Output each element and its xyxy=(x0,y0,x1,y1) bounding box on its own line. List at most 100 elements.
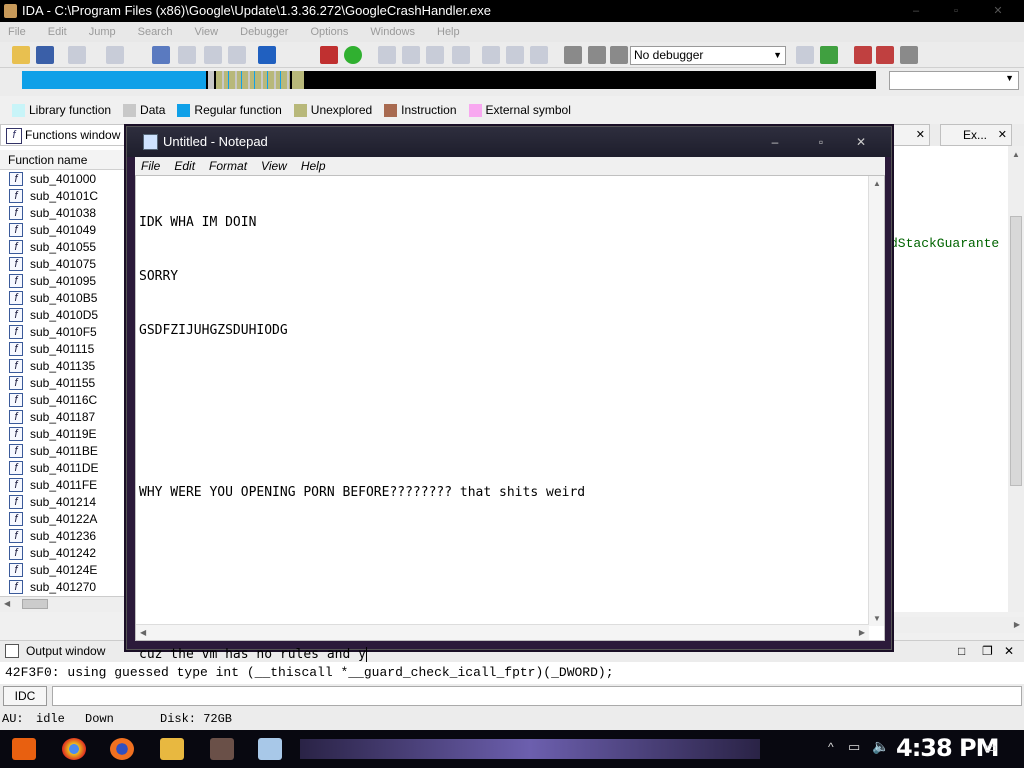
struct-icon[interactable] xyxy=(482,46,500,64)
functions-horizontal-scrollbar[interactable]: ◀ xyxy=(0,596,128,612)
chrome-icon[interactable] xyxy=(62,738,86,760)
function-row[interactable]: f sub_4010B5 xyxy=(0,289,128,306)
notepad-vertical-scrollbar[interactable]: ▲ ▼ xyxy=(868,176,884,626)
add-icon[interactable] xyxy=(876,46,894,64)
menu-debugger[interactable]: Debugger xyxy=(240,26,288,38)
menu-format[interactable]: Format xyxy=(209,159,247,173)
back-arrow-icon[interactable] xyxy=(68,46,86,64)
function-row[interactable]: f sub_4010F5 xyxy=(0,323,128,340)
menu-file[interactable]: File xyxy=(141,159,160,173)
menu-help[interactable]: Help xyxy=(437,26,460,38)
function-row[interactable]: f sub_40119E xyxy=(0,425,128,442)
menu-view[interactable]: View xyxy=(261,159,287,173)
segment-select[interactable] xyxy=(889,71,1019,90)
function-row[interactable]: f sub_401095 xyxy=(0,272,128,289)
function-name-column-header[interactable]: Function name xyxy=(0,150,128,170)
navigation-strip[interactable] xyxy=(22,71,876,89)
menu-edit[interactable]: Edit xyxy=(48,26,67,38)
function-row[interactable]: f sub_401038 xyxy=(0,204,128,221)
menu-help[interactable]: Help xyxy=(301,159,326,173)
binary-search-icon[interactable] xyxy=(152,46,170,64)
string-icon[interactable] xyxy=(426,46,444,64)
idc-button[interactable]: IDC xyxy=(3,686,47,706)
attach-icon[interactable] xyxy=(820,46,838,64)
warning-icon[interactable] xyxy=(320,46,338,64)
function-row[interactable]: f sub_401155 xyxy=(0,374,128,391)
function-row[interactable]: f sub_40122A xyxy=(0,510,128,527)
notifications-icon[interactable]: ▭ xyxy=(984,739,997,756)
network-icon[interactable]: ▭ xyxy=(848,739,860,755)
functions-window-tab[interactable]: Functions window xyxy=(0,124,128,146)
close-icon[interactable]: ✕ xyxy=(847,135,875,149)
open-folder-icon[interactable] xyxy=(12,46,30,64)
graph-icon[interactable] xyxy=(854,46,872,64)
tab-ida-view[interactable]: ✕ xyxy=(890,124,930,146)
menu-view[interactable]: View xyxy=(194,26,218,38)
data-icon[interactable] xyxy=(402,46,420,64)
menu-options[interactable]: Options xyxy=(310,26,348,38)
function-row[interactable]: f sub_4011DE xyxy=(0,459,128,476)
function-row[interactable]: f sub_40124E xyxy=(0,561,128,578)
stop-icon[interactable] xyxy=(610,46,628,64)
code-icon[interactable] xyxy=(378,46,396,64)
array-icon[interactable] xyxy=(452,46,470,64)
notepad-text-area[interactable]: IDK WHA IM DOIN SORRY GSDFZIJUHGZSDUHIOD… xyxy=(135,175,885,662)
debugger-option-icon[interactable] xyxy=(796,46,814,64)
search-next-icon[interactable] xyxy=(204,46,222,64)
function-row[interactable]: f sub_401075 xyxy=(0,255,128,272)
minimize-icon[interactable]: – xyxy=(761,135,789,149)
tools-icon[interactable] xyxy=(900,46,918,64)
function-row[interactable]: f sub_4011FE xyxy=(0,476,128,493)
pause-icon[interactable] xyxy=(588,46,606,64)
color-legend: Library function Data Regular function U… xyxy=(0,99,1024,121)
function-row[interactable]: f sub_401115 xyxy=(0,340,128,357)
function-row[interactable]: f sub_401055 xyxy=(0,238,128,255)
text-search-icon[interactable] xyxy=(178,46,196,64)
ida-taskbar-icon[interactable] xyxy=(210,738,234,760)
restore-icon[interactable]: □ xyxy=(958,641,965,661)
float-icon[interactable]: ❐ xyxy=(982,641,993,661)
menu-file[interactable]: File xyxy=(8,26,26,38)
menu-edit[interactable]: Edit xyxy=(174,159,195,173)
firefox-icon[interactable] xyxy=(110,738,134,760)
function-row[interactable]: f sub_401214 xyxy=(0,493,128,510)
start-button-icon[interactable] xyxy=(12,738,36,760)
close-icon[interactable]: ✕ xyxy=(984,4,1012,18)
function-row[interactable]: f sub_4010D5 xyxy=(0,306,128,323)
maximize-icon[interactable]: ▫ xyxy=(807,135,835,149)
run-green-icon[interactable] xyxy=(344,46,362,64)
function-row[interactable]: f sub_401187 xyxy=(0,408,128,425)
save-icon[interactable] xyxy=(36,46,54,64)
vertical-scrollbar[interactable]: ▲ xyxy=(1008,146,1024,612)
function-row[interactable]: f sub_401135 xyxy=(0,357,128,374)
search-immediate-icon[interactable] xyxy=(228,46,246,64)
disassembly-horizontal-scrollbar[interactable]: ▶ xyxy=(890,617,1024,633)
function-row[interactable]: f sub_401000 xyxy=(0,170,128,187)
menu-jump[interactable]: Jump xyxy=(89,26,116,38)
tab-exports[interactable]: Ex... ✕ xyxy=(940,124,1012,146)
function-row[interactable]: f sub_401242 xyxy=(0,544,128,561)
play-icon[interactable] xyxy=(564,46,582,64)
notepad-horizontal-scrollbar[interactable]: ◀ ▶ xyxy=(136,624,869,640)
volume-icon[interactable]: 🔈 xyxy=(872,738,889,755)
minimize-icon[interactable]: – xyxy=(902,4,930,18)
function-row[interactable]: f sub_40116C xyxy=(0,391,128,408)
menu-windows[interactable]: Windows xyxy=(370,26,415,38)
show-hidden-icons[interactable]: ^ xyxy=(828,740,834,754)
forward-arrow-icon[interactable] xyxy=(106,46,124,64)
disassembly-view[interactable]: dStackGuarante ▲ xyxy=(890,146,1024,612)
maximize-icon[interactable]: ▫ xyxy=(942,4,970,18)
notepad-taskbar-icon[interactable] xyxy=(258,738,282,760)
undefine-icon[interactable] xyxy=(530,46,548,64)
function-row[interactable]: f sub_4011BE xyxy=(0,442,128,459)
function-row[interactable]: f sub_40101C xyxy=(0,187,128,204)
function-row[interactable]: f sub_401049 xyxy=(0,221,128,238)
debugger-select[interactable]: No debugger xyxy=(630,46,786,65)
menu-search[interactable]: Search xyxy=(138,26,173,38)
function-row[interactable]: f sub_401270 xyxy=(0,578,128,595)
close-icon[interactable]: ✕ xyxy=(1004,641,1014,661)
enum-icon[interactable] xyxy=(506,46,524,64)
file-explorer-icon[interactable] xyxy=(160,738,184,760)
jump-down-icon[interactable] xyxy=(258,46,276,64)
function-row[interactable]: f sub_401236 xyxy=(0,527,128,544)
